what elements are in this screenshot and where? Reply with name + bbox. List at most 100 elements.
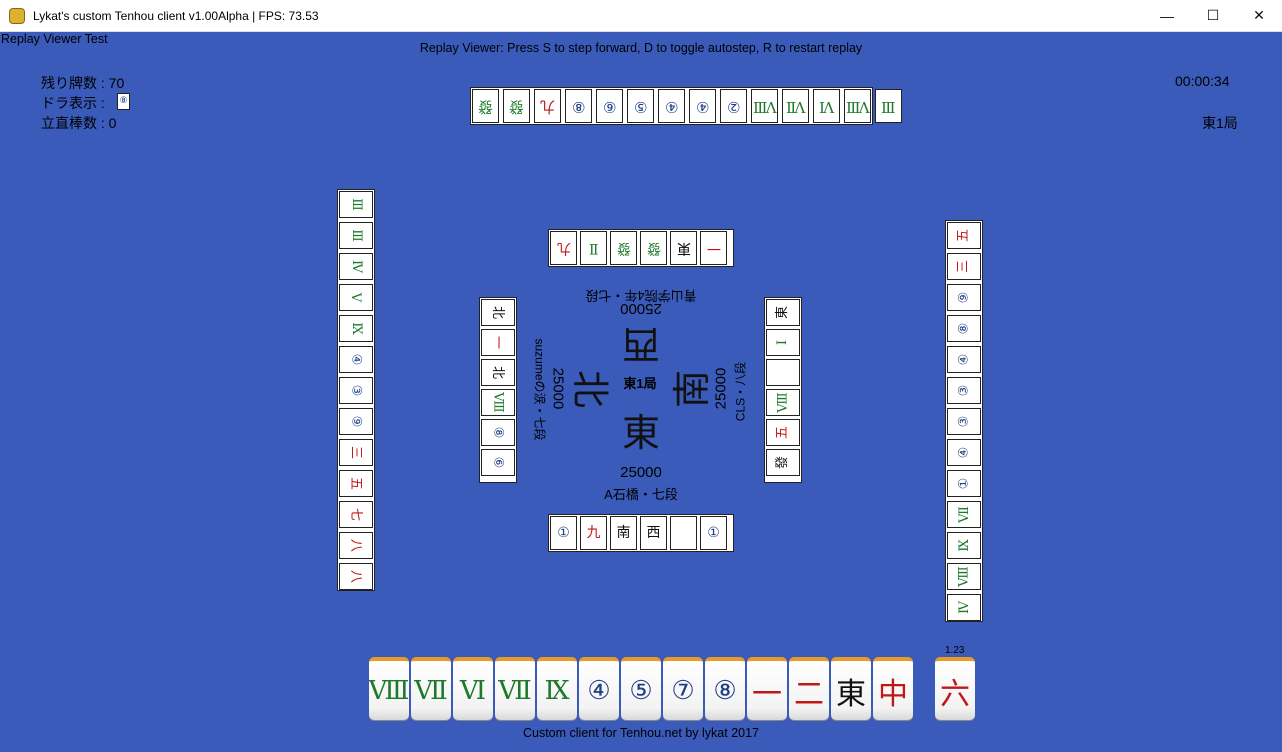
top-player-hand: 發發九⑧⑥⑤④④②ⅧⅦⅥⅧⅢ xyxy=(470,87,902,125)
right-discard-tile: Ⅷ xyxy=(766,389,800,416)
right-hand-tile: 五 xyxy=(947,222,981,249)
remaining-tiles: 残り牌数 : 70 xyxy=(41,75,125,91)
left-discard-tile: ⑥ xyxy=(481,449,515,476)
top-hand-tile: Ⅲ xyxy=(875,89,902,123)
left-hand-tile: 五 xyxy=(339,470,373,497)
top-discard-tile: 一 xyxy=(700,231,727,265)
right-hand-tile: Ⅸ xyxy=(947,532,981,559)
round-indicator: 東1局 xyxy=(1202,115,1238,131)
window-controls: — ☐ ✕ xyxy=(1144,0,1282,31)
right-hand-tile: ③ xyxy=(947,408,981,435)
top-hand-tile: 發 xyxy=(503,89,530,123)
top-hand-tile: Ⅷ xyxy=(751,89,778,123)
player-hand-tile[interactable]: Ⅵ xyxy=(453,657,493,720)
bottom-seat-wind: 東 xyxy=(621,411,660,455)
close-button[interactable]: ✕ xyxy=(1236,0,1282,31)
left-discard-tile: Ⅷ xyxy=(481,389,515,416)
right-hand-tile: Ⅷ xyxy=(947,563,981,590)
player-hand-tile[interactable]: ④ xyxy=(579,657,619,720)
left-discard-pond: 北一北 Ⅷ ⑧ ⑥ xyxy=(479,297,517,483)
top-discard-tile: Ⅱ xyxy=(580,231,607,265)
right-player-name: CLS・八段 xyxy=(733,361,748,422)
left-hand-tile: 三 xyxy=(339,439,373,466)
dora-indicator-tile: ⑧ xyxy=(117,93,130,110)
top-discard-tile: 九 xyxy=(550,231,577,265)
dora-label: ドラ表示 : xyxy=(41,95,105,111)
drawn-tile[interactable]: 六 xyxy=(935,657,975,720)
top-hand-tile: Ⅷ xyxy=(844,89,871,123)
top-hand-tile: ④ xyxy=(658,89,685,123)
left-hand-tile: Ⅸ xyxy=(339,315,373,342)
right-hand-tile: 三 xyxy=(947,253,981,280)
player-hand-tile[interactable]: Ⅸ xyxy=(537,657,577,720)
player-hand-tile[interactable]: 二 xyxy=(789,657,829,720)
player-hand-tile[interactable]: ⑤ xyxy=(621,657,661,720)
bottom-player-name: A石橋・七段 xyxy=(604,487,678,502)
player-hand-tile[interactable]: 中 xyxy=(873,657,913,720)
top-hand-tile: Ⅶ xyxy=(782,89,809,123)
right-discard-tile: Ⅰ xyxy=(766,329,800,356)
top-discard-tile: 發 xyxy=(640,231,667,265)
top-player-score: 25000 xyxy=(620,300,662,317)
riichi-sticks: 立直棒数 : 0 xyxy=(41,115,117,131)
right-discard-tile: 東 xyxy=(766,299,800,326)
left-player-name: suzumeの涙・七段 xyxy=(532,338,547,441)
right-hand-tile: ③ xyxy=(947,377,981,404)
right-hand-tile: Ⅳ xyxy=(947,594,981,621)
replay-instructions: Replay Viewer: Press S to step forward, … xyxy=(419,41,863,55)
right-hand-tile: ① xyxy=(947,470,981,497)
right-seat-wind: 南 xyxy=(670,370,714,409)
game-timer: 00:00:34 xyxy=(1175,73,1230,89)
top-hand-tile: 九 xyxy=(534,89,561,123)
top-hand-tile: ⑤ xyxy=(627,89,654,123)
right-discard-tile: 五 xyxy=(766,419,800,446)
player-hand-tile[interactable]: Ⅶ xyxy=(411,657,451,720)
center-round: 東1局 xyxy=(623,376,657,391)
left-seat-wind: 北 xyxy=(568,369,612,408)
left-hand-tile: ③ xyxy=(339,377,373,404)
right-hand-tile: ④ xyxy=(947,439,981,466)
player-hand-tile[interactable]: 一 xyxy=(747,657,787,720)
bottom-discard-tile: 九 xyxy=(580,516,607,550)
right-discard-pond: 東 Ⅰ Ⅷ 五發 xyxy=(764,297,802,483)
player-hand-tile[interactable]: Ⅷ xyxy=(369,657,409,720)
bottom-discard-pond: ①九南西① xyxy=(548,514,734,552)
player-hand-tile[interactable]: ⑦ xyxy=(663,657,703,720)
right-hand-tile: ⑨ xyxy=(947,284,981,311)
right-hand-tile: Ⅶ xyxy=(947,501,981,528)
right-player-score: 25000 xyxy=(712,367,730,410)
left-player-hand: Ⅲ Ⅲ Ⅳ Ⅴ Ⅸ ④ ③ ⑨ 三五七八八 xyxy=(337,189,375,591)
top-discard-tile: 發 xyxy=(610,231,637,265)
bottom-discard-tile: 南 xyxy=(610,516,637,550)
top-hand-tile: ⑥ xyxy=(596,89,623,123)
maximize-button[interactable]: ☐ xyxy=(1190,0,1236,31)
bottom-discard-tile: ① xyxy=(700,516,727,550)
left-discard-tile: ⑧ xyxy=(481,419,515,446)
top-hand-tile: ② xyxy=(720,89,747,123)
left-player-score: 25000 xyxy=(549,367,567,410)
left-hand-tile: Ⅲ xyxy=(339,222,373,249)
top-seat-wind: 西 xyxy=(622,322,661,366)
left-hand-tile: ⑨ xyxy=(339,408,373,435)
minimize-button[interactable]: — xyxy=(1144,0,1190,31)
left-discard-tile: 一 xyxy=(481,329,515,356)
left-discard-tile: 北 xyxy=(481,359,515,386)
player-hand-tile[interactable]: 東 xyxy=(831,657,871,720)
top-hand-tile: ④ xyxy=(689,89,716,123)
top-discard-pond: 九Ⅱ發發東一 xyxy=(548,229,734,267)
player-hand-tile[interactable]: ⑧ xyxy=(705,657,745,720)
left-hand-tile: 八 xyxy=(339,563,373,590)
player-hand-tile[interactable]: Ⅶ xyxy=(495,657,535,720)
right-discard-tile xyxy=(766,359,800,386)
right-player-hand: 五三 ⑨ ⑧ ④ ③ ③ ④ ① Ⅶ Ⅸ Ⅷ Ⅳ xyxy=(945,220,983,622)
left-hand-tile: 七 xyxy=(339,501,373,528)
bottom-discard-tile: ① xyxy=(550,516,577,550)
bottom-player-score: 25000 xyxy=(620,464,662,481)
left-hand-tile: 八 xyxy=(339,532,373,559)
right-hand-tile: ④ xyxy=(947,346,981,373)
bottom-discard-tile: 西 xyxy=(640,516,667,550)
right-hand-tile: ⑧ xyxy=(947,315,981,342)
left-hand-tile: Ⅳ xyxy=(339,253,373,280)
window-title: Lykat's custom Tenhou client v1.00Alpha … xyxy=(33,8,319,23)
drawn-tile-label: 1.23 xyxy=(945,645,965,656)
